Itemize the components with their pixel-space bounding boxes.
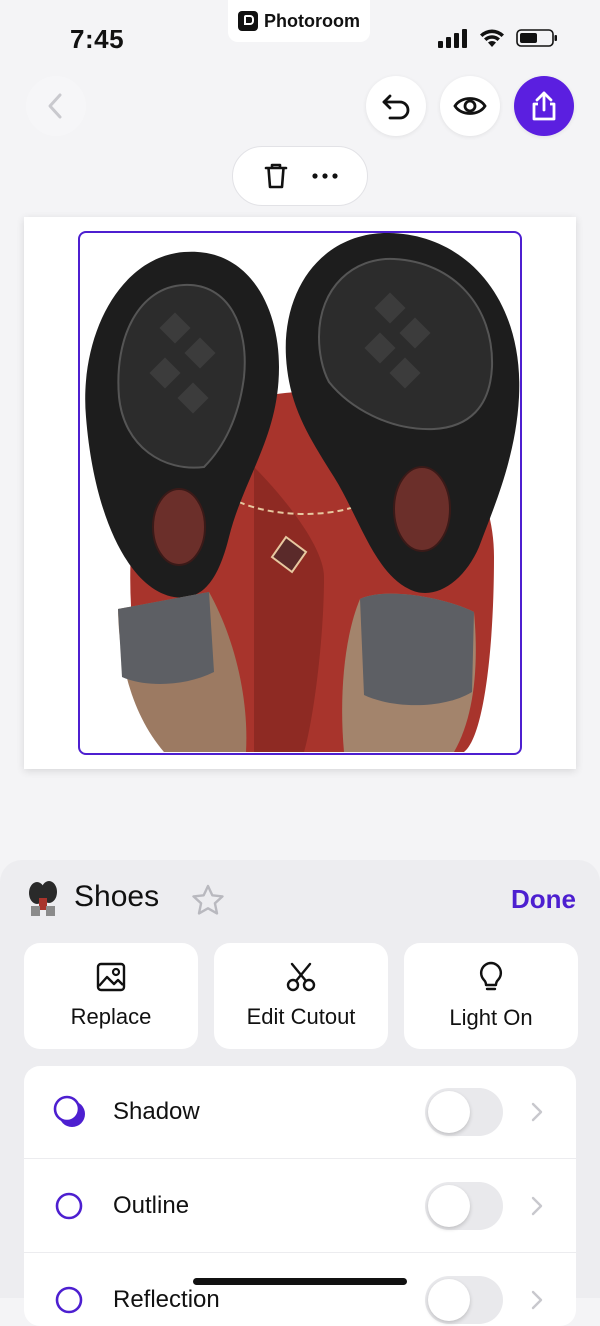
outline-toggle[interactable] bbox=[425, 1182, 503, 1230]
home-indicator bbox=[193, 1278, 407, 1285]
light-on-button[interactable]: Light On bbox=[404, 943, 578, 1049]
photoroom-logo-icon bbox=[238, 11, 258, 31]
signal-icon bbox=[438, 29, 467, 48]
shadow-toggle[interactable] bbox=[425, 1088, 503, 1136]
outline-icon bbox=[55, 1192, 83, 1220]
reflection-toggle[interactable] bbox=[425, 1276, 503, 1324]
share-button[interactable] bbox=[514, 76, 574, 136]
reflection-label: Reflection bbox=[113, 1286, 220, 1313]
undo-icon bbox=[382, 94, 410, 120]
reflection-icon bbox=[55, 1286, 83, 1314]
back-icon bbox=[48, 93, 62, 119]
status-time: 7:45 bbox=[70, 24, 125, 54]
replace-button[interactable]: Replace bbox=[24, 943, 198, 1049]
chevron-right-icon[interactable] bbox=[530, 1289, 544, 1311]
share-icon bbox=[532, 91, 556, 121]
shadow-label: Shadow bbox=[113, 1098, 200, 1125]
chevron-right-icon[interactable] bbox=[530, 1195, 544, 1217]
outline-row[interactable]: Outline bbox=[24, 1160, 576, 1253]
done-button[interactable]: Done bbox=[511, 884, 576, 915]
edit-cutout-button[interactable]: Edit Cutout bbox=[214, 943, 388, 1049]
status-icons bbox=[438, 28, 558, 48]
eye-icon bbox=[453, 97, 487, 115]
favorite-star-icon[interactable] bbox=[190, 883, 226, 917]
shadow-icon bbox=[53, 1095, 85, 1127]
image-icon bbox=[96, 962, 126, 992]
app-name: Photoroom bbox=[264, 10, 360, 31]
undo-button[interactable] bbox=[366, 76, 426, 136]
battery-icon bbox=[516, 29, 557, 47]
preview-button[interactable] bbox=[440, 76, 500, 136]
trash-icon[interactable] bbox=[263, 162, 289, 190]
selection-box[interactable] bbox=[78, 231, 522, 755]
app-badge: Photoroom bbox=[228, 0, 370, 42]
light-on-label: Light On bbox=[449, 1005, 533, 1030]
back-button[interactable] bbox=[26, 76, 86, 136]
replace-label: Replace bbox=[70, 1004, 152, 1029]
object-thumbnail bbox=[26, 880, 60, 918]
shadow-row[interactable]: Shadow bbox=[24, 1066, 576, 1159]
edit-cutout-label: Edit Cutout bbox=[246, 1004, 356, 1029]
scissors-icon bbox=[286, 962, 316, 992]
sheet-title: Shoes bbox=[74, 880, 160, 913]
chevron-right-icon[interactable] bbox=[530, 1101, 544, 1123]
wifi-icon bbox=[480, 29, 504, 47]
toggle-knob bbox=[428, 1185, 470, 1227]
more-icon[interactable] bbox=[311, 172, 338, 180]
toggle-knob bbox=[428, 1279, 470, 1321]
toggle-knob bbox=[428, 1091, 470, 1133]
reflection-row[interactable]: Reflection bbox=[24, 1254, 576, 1326]
lightbulb-icon bbox=[479, 961, 503, 991]
options-list: Shadow Outline Reflection bbox=[24, 1066, 576, 1326]
outline-label: Outline bbox=[113, 1192, 190, 1219]
object-action-pill bbox=[232, 146, 368, 206]
